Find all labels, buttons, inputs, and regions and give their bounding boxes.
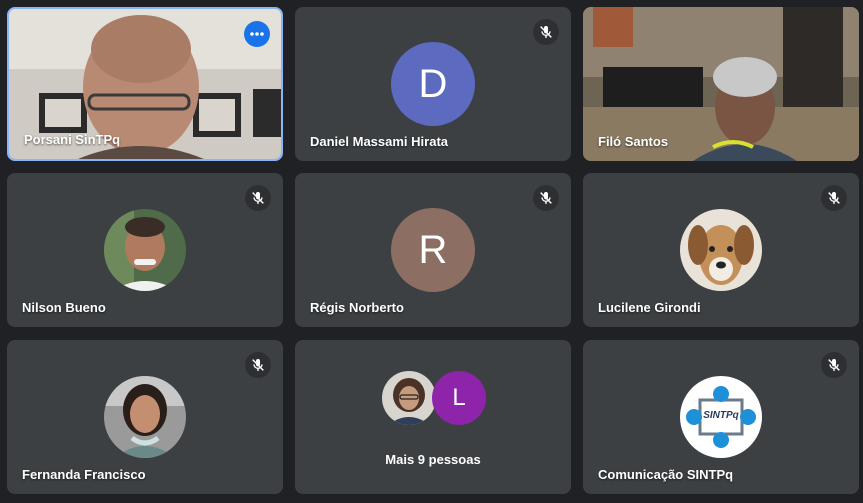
participant-name: Nilson Bueno (22, 300, 106, 315)
more-options-icon (250, 32, 264, 36)
avatar-letter: R (418, 227, 448, 272)
participant-name: Fernanda Francisco (22, 467, 146, 482)
participant-name: Porsani SinTPq (24, 132, 121, 147)
mic-off-indicator (245, 352, 271, 378)
avatar-letter: D (418, 61, 448, 106)
mic-off-indicator (533, 185, 559, 211)
mic-off-indicator (245, 185, 271, 211)
participant-tile-nilson[interactable]: Nilson Bueno (7, 173, 283, 327)
participant-name: Daniel Massami Hirata (310, 134, 449, 149)
avatar-letter: L (452, 384, 466, 411)
mic-off-icon (828, 359, 840, 371)
mic-off-icon (828, 192, 840, 204)
participant-name: Filó Santos (598, 134, 669, 149)
participant-tile-filo[interactable]: Filó Santos (583, 7, 859, 161)
mic-off-icon (252, 359, 264, 371)
participant-tile-porsani[interactable]: Porsani SinTPq (7, 7, 283, 161)
participant-tile-lucilene[interactable]: Lucilene Girondi (583, 173, 859, 327)
participant-tile-fernanda[interactable]: Fernanda Francisco (7, 340, 283, 494)
avatar: L (432, 371, 486, 425)
avatar: D (391, 42, 475, 126)
more-options-button[interactable] (244, 21, 270, 47)
participant-tile-daniel[interactable]: D Daniel Massami Hirata (295, 7, 571, 161)
participant-tile-comunicacao[interactable]: SINTPq Comunicação SINTPq (583, 340, 859, 494)
mic-off-icon (252, 192, 264, 204)
avatar-photo (382, 371, 436, 425)
mic-off-icon (540, 26, 552, 38)
more-participants-label: Mais 9 pessoas (385, 452, 481, 467)
participant-name: Comunicação SINTPq (598, 467, 734, 482)
avatar: R (391, 208, 475, 292)
sintpq-logo-avatar: SINTPq (680, 376, 762, 458)
sintpq-logo-text: SINTPq (703, 410, 739, 421)
avatar-photo (104, 209, 186, 291)
avatar-photo-dog (680, 209, 762, 291)
mic-off-indicator (821, 352, 847, 378)
mic-off-icon (540, 192, 552, 204)
mic-off-indicator (821, 185, 847, 211)
participant-name: Lucilene Girondi (598, 300, 701, 315)
participant-name: Régis Norberto (310, 300, 404, 315)
more-participants-tile[interactable]: L Mais 9 pessoas (295, 340, 571, 494)
participant-tile-regis[interactable]: R Régis Norberto (295, 173, 571, 327)
mic-off-indicator (533, 19, 559, 45)
avatar-photo (104, 376, 186, 458)
